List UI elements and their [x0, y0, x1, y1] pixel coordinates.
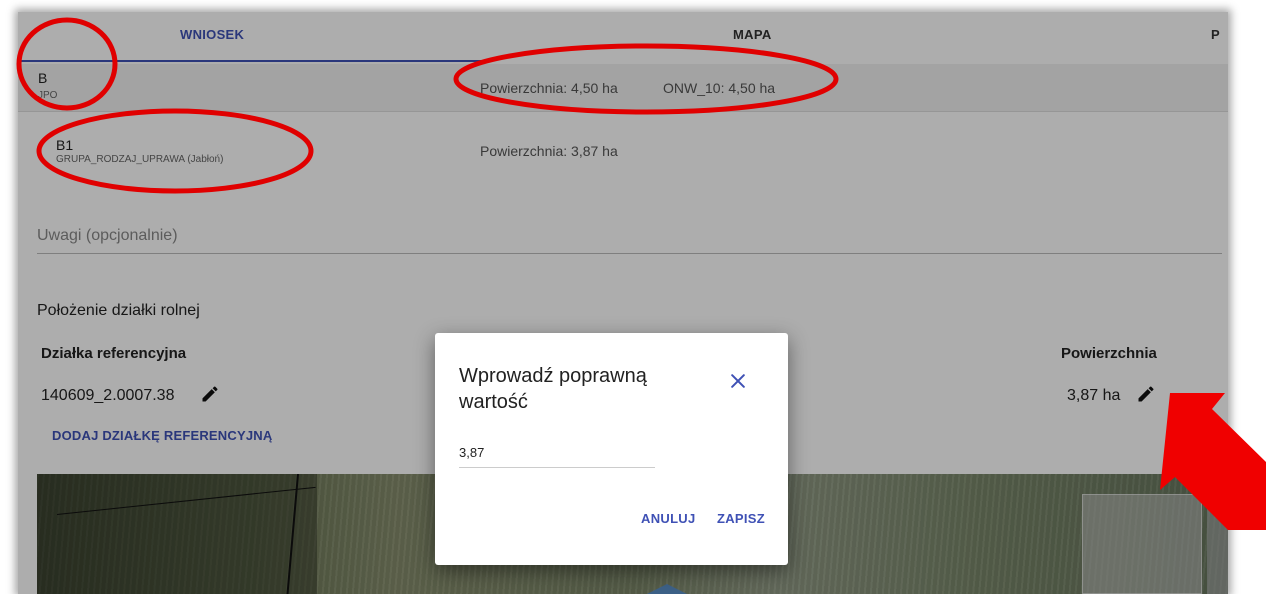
close-icon[interactable] — [728, 371, 748, 391]
cancel-button[interactable]: ANULUJ — [641, 511, 696, 526]
save-button[interactable]: ZAPISZ — [717, 511, 765, 526]
correct-value-dialog: Wprowadź poprawną wartość ANULUJ ZAPISZ — [435, 333, 788, 565]
dialog-title: Wprowadź poprawną wartość — [459, 365, 647, 413]
value-input[interactable] — [459, 438, 655, 468]
